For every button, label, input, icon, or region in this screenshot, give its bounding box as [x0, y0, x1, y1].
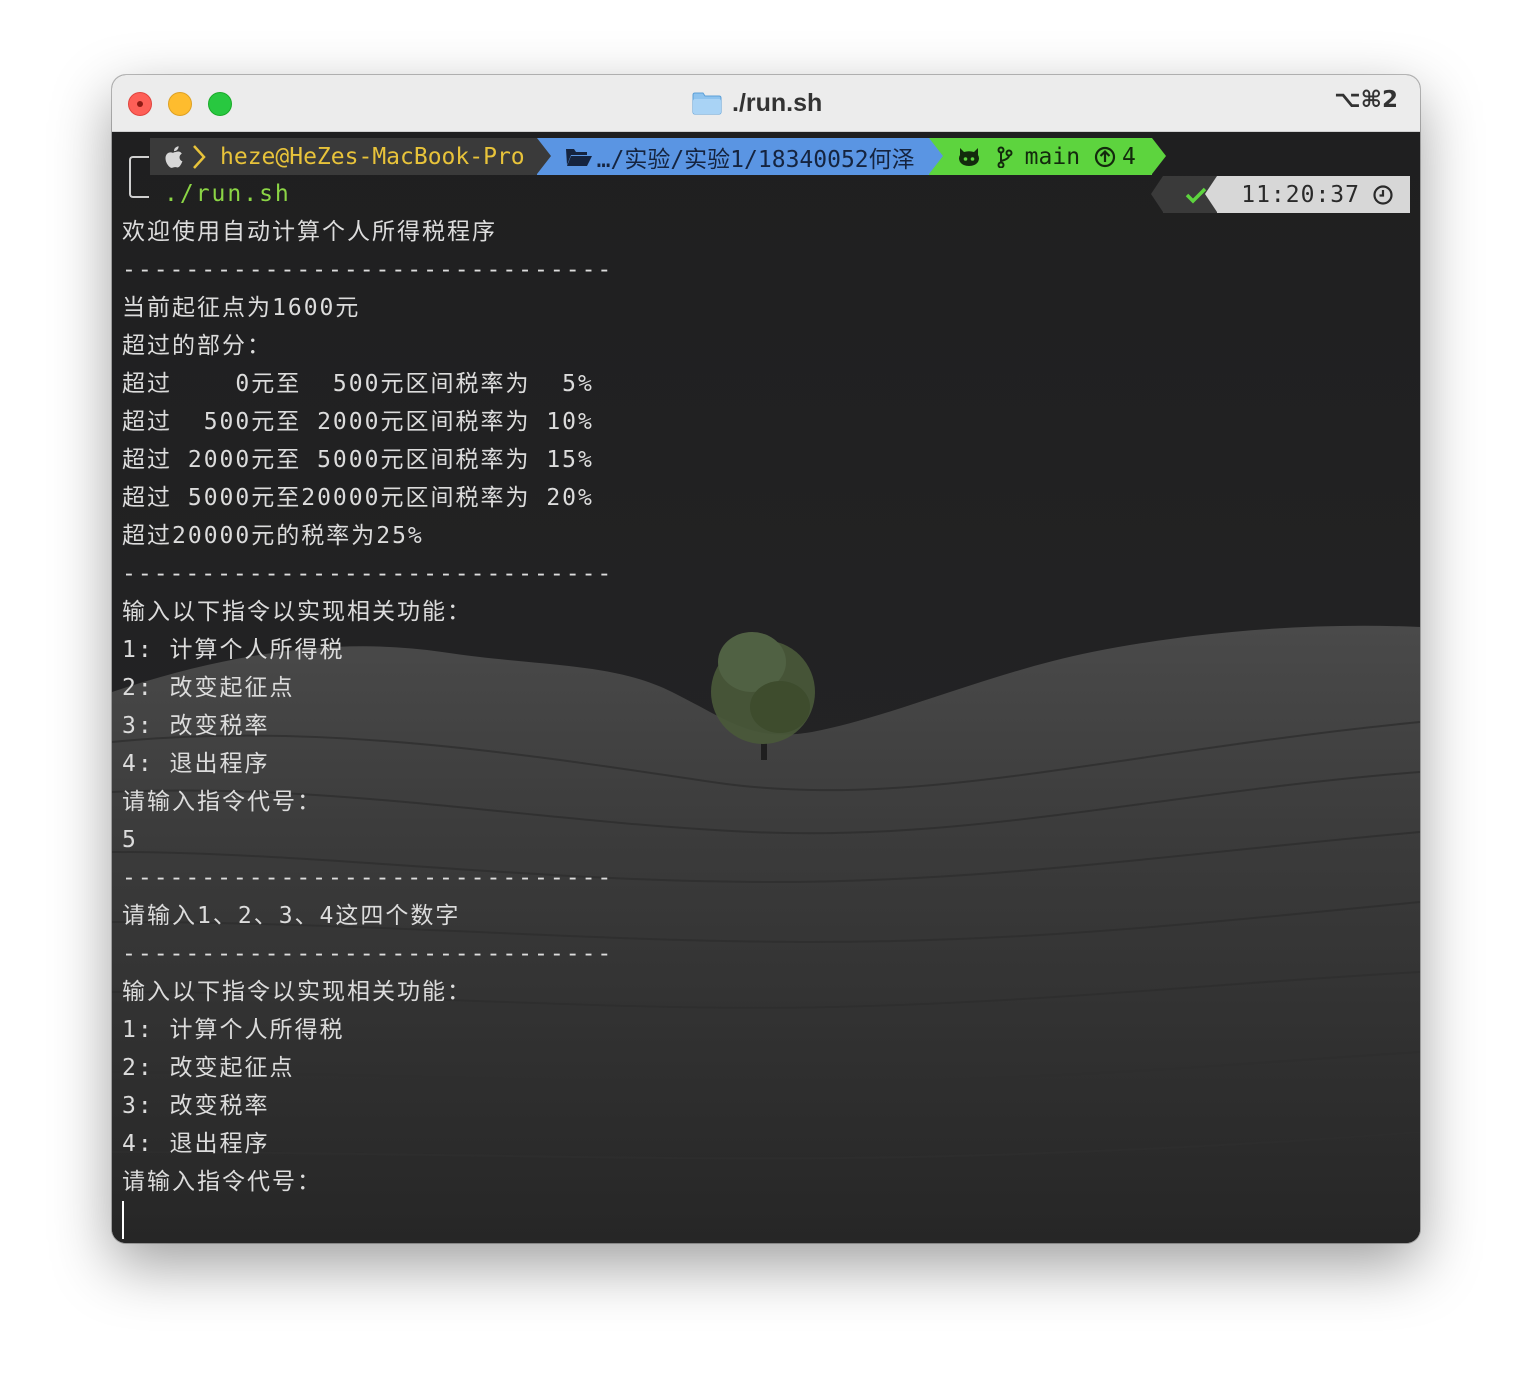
git-branch-name: main — [1024, 143, 1081, 170]
window-title: ./run.sh — [732, 88, 823, 117]
output-line: 3: 改变税率 — [122, 1093, 270, 1119]
output-line: 超过 2000元至 5000元区间税率为 15% — [122, 447, 594, 473]
prompt-time: 11:20:37 — [1241, 181, 1360, 208]
close-button[interactable] — [128, 92, 152, 116]
output-line: 当前起征点为1600元 — [122, 295, 361, 321]
prompt-path-segment: …/实验/实验1/18340052何泽 — [536, 138, 943, 175]
apple-icon — [165, 145, 183, 168]
time-segment: 11:20:37 — [1205, 176, 1410, 213]
output-line: 2: 改变起征点 — [122, 1055, 295, 1081]
separator-line: ------------------------------- — [122, 561, 614, 587]
minimize-button[interactable] — [168, 92, 192, 116]
output-line: 超过20000元的税率为25% — [122, 523, 424, 549]
window-shortcut: ⌥⌘2 — [1334, 87, 1398, 113]
right-prompt: 11:20:37 — [1151, 176, 1410, 213]
segment-arrow — [536, 138, 551, 174]
arrow-up-circle-icon — [1094, 146, 1116, 167]
output-line: 超过 0元至 500元区间税率为 5% — [122, 371, 594, 397]
output-line: 1: 计算个人所得税 — [122, 1017, 345, 1043]
user-input-line: 5 — [122, 827, 138, 853]
prompt-corner-bracket — [129, 156, 149, 198]
chevron-right-icon — [193, 144, 206, 169]
output-line: 3: 改变税率 — [122, 713, 270, 739]
output-line: 4: 退出程序 — [122, 751, 270, 777]
segment-arrow — [1151, 176, 1164, 212]
prompt-user-host: heze@HeZes-MacBook-Pro — [220, 143, 525, 170]
separator-line: ------------------------------- — [122, 257, 614, 283]
separator-line: ------------------------------- — [122, 865, 614, 891]
output-line: 输入以下指令以实现相关功能： — [122, 599, 472, 625]
command-text: ./run.sh — [164, 181, 291, 207]
separator-line: ------------------------------- — [122, 941, 614, 967]
output-line: 超过 500元至 2000元区间税率为 10% — [122, 409, 594, 435]
output-line: 欢迎使用自动计算个人所得税程序 — [122, 219, 497, 245]
prompt-path: …/实验/实验1/18340052何泽 — [596, 146, 915, 173]
output-line: 1: 计算个人所得税 — [122, 637, 345, 663]
git-branch-icon — [997, 146, 1013, 168]
segment-arrow — [928, 138, 943, 174]
github-icon — [958, 147, 979, 166]
output-line: 请输入指令代号： — [122, 1169, 322, 1195]
output-line: 2: 改变起征点 — [122, 675, 295, 701]
output-line: 4: 退出程序 — [122, 1131, 270, 1157]
segment-arrow — [1151, 138, 1166, 174]
title-bar: ./run.sh ⌥⌘2 — [112, 75, 1420, 132]
prompt-git-segment: main 4 — [928, 138, 1166, 175]
git-ahead-count: 4 — [1122, 143, 1136, 170]
output-line: 超过的部分： — [122, 333, 272, 359]
output-line: 请输入指令代号： — [122, 789, 322, 815]
text-cursor[interactable] — [122, 1201, 124, 1239]
terminal-window: ./run.sh ⌥⌘2 heze@HeZes-MacBook-Pro …/实验… — [112, 75, 1420, 1243]
output-line: 超过 5000元至20000元区间税率为 20% — [122, 485, 594, 511]
folder-icon — [692, 92, 722, 115]
prompt-line: heze@HeZes-MacBook-Pro …/实验/实验1/18340052… — [150, 138, 1166, 175]
terminal-content[interactable]: heze@HeZes-MacBook-Pro …/实验/实验1/18340052… — [112, 132, 1420, 1243]
segment-arrow — [1205, 176, 1218, 212]
folder-open-icon — [565, 148, 592, 166]
clock-icon — [1373, 184, 1393, 205]
prompt-user-segment: heze@HeZes-MacBook-Pro — [150, 138, 551, 175]
output-line: 请输入1、2、3、4这四个数字 — [122, 903, 461, 929]
window-title-group: ./run.sh — [692, 87, 822, 119]
checkmark-icon — [1185, 187, 1207, 203]
zoom-button[interactable] — [208, 92, 232, 116]
output-line: 输入以下指令以实现相关功能： — [122, 979, 472, 1005]
